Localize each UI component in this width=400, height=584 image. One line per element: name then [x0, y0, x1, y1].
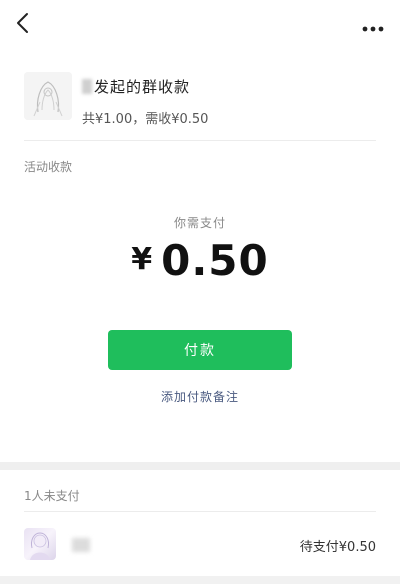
amount-value: 0.50: [161, 236, 269, 285]
top-bar: [0, 0, 400, 52]
back-button[interactable]: [10, 10, 34, 40]
more-button[interactable]: [360, 14, 386, 38]
blurred-member-name: [72, 538, 90, 552]
avatar: [24, 72, 72, 120]
member-row[interactable]: 待支付¥0.50: [0, 524, 400, 564]
add-note-link[interactable]: 添加付款备注: [0, 388, 400, 405]
chevron-left-icon: [15, 12, 29, 38]
collection-header: 发起的群收款 共¥1.00，需收¥0.50: [0, 62, 400, 140]
currency-symbol: ¥: [131, 242, 154, 277]
avatar: [24, 528, 56, 560]
collection-title: 发起的群收款: [82, 76, 190, 97]
unpaid-count-label: 1人未支付: [24, 489, 80, 503]
divider: [24, 511, 376, 512]
payment-subtitle: 你需支付: [173, 216, 226, 230]
section-separator: [0, 462, 400, 470]
activity-label: 活动收款: [24, 160, 73, 174]
payment-status: 待支付¥0.50: [299, 540, 376, 555]
blurred-name: [82, 79, 92, 94]
divider: [24, 140, 376, 141]
collection-summary: 共¥1.00，需收¥0.50: [82, 112, 209, 127]
more-horizontal-icon: [362, 17, 384, 36]
payment-amount: ¥0.50: [0, 236, 400, 285]
bottom-separator: [0, 576, 400, 584]
pay-button[interactable]: 付款: [108, 330, 292, 370]
